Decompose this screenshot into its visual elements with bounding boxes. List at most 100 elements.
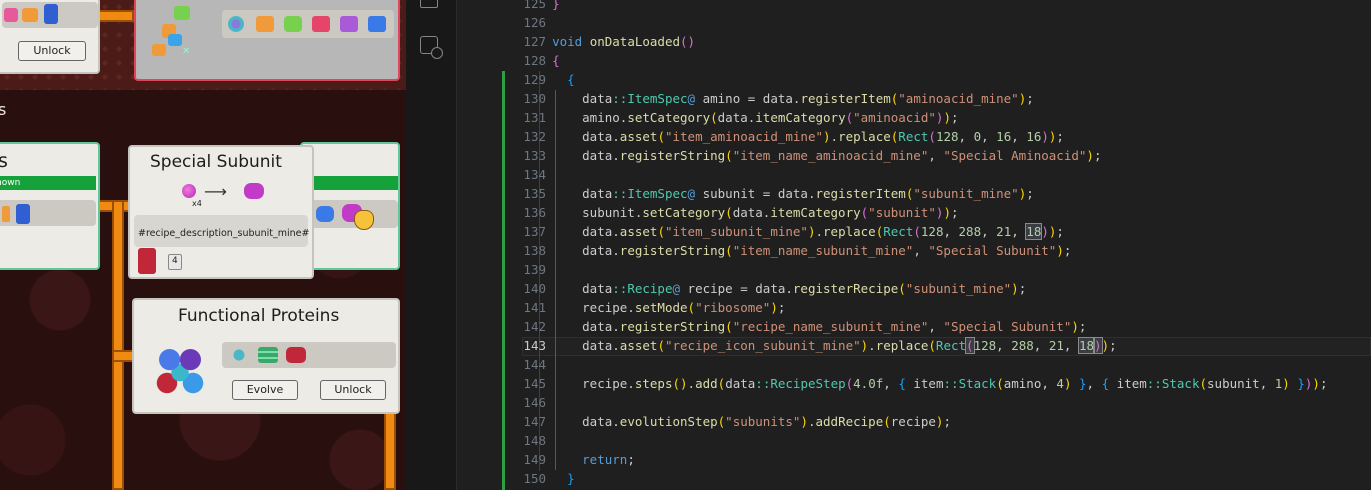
code-token: "ribosome" [695, 300, 771, 315]
left-ingredients-band [0, 200, 96, 226]
layout-icon[interactable] [420, 0, 438, 8]
code-line[interactable]: recipe.steps().add (data::RecipeStep (4.0f… [537, 374, 1327, 393]
code-token: 4.0f [853, 376, 884, 391]
protein-icon [4, 8, 18, 22]
pipe-vertical-right [384, 410, 396, 490]
code-token: 21 [1048, 338, 1064, 353]
code-token: , [928, 319, 944, 334]
code-token: ) [1041, 224, 1049, 239]
arrow-right-icon: ⟶ [204, 182, 227, 201]
code-token: , [981, 224, 997, 239]
code-token: registerString [619, 148, 726, 163]
line-number: 147 [523, 414, 546, 429]
code-token: :: [755, 376, 771, 391]
code-line[interactable]: data.registerString("item_name_aminoacid… [537, 146, 1101, 165]
code-token: . [687, 376, 696, 391]
code-token: subunit, [1207, 376, 1275, 391]
code-line[interactable]: amino.setCategory(data.itemCategory("ami… [537, 108, 958, 127]
code-line[interactable]: } [537, 469, 575, 488]
code-editor[interactable]: 125 126 127 128 129 130 131 132 133 134 135 136 137 1… [406, 0, 1371, 490]
code-token: ) [1101, 338, 1110, 353]
code-token: ) [1086, 148, 1094, 163]
code-line[interactable]: data.evolutionStep ("subunits").addRecipe… [537, 412, 951, 431]
line-number: 138 [523, 243, 546, 258]
code-token: void [552, 34, 583, 49]
sheet-icon [258, 347, 278, 363]
code-token: ( [1199, 376, 1208, 391]
code-token: RecipeStep [770, 376, 846, 391]
code-line[interactable]: data.asset("recipe_icon_subunit_mine").r… [537, 336, 1117, 355]
evolve-button[interactable]: Evolve [232, 380, 298, 400]
line-number: 125 [523, 0, 546, 11]
remote-explorer-icon[interactable] [420, 36, 443, 59]
code-line[interactable]: subunit.setCategory(data.itemCategory("s… [537, 203, 958, 222]
code-token: data. [537, 414, 620, 429]
code-token: 128 [935, 129, 959, 144]
line-number: 129 [523, 72, 546, 87]
code-token: ; [1026, 91, 1034, 106]
line-number: 127 [523, 34, 546, 49]
special-subunit-card[interactable]: Special Subunit x4 ⟶ #recipe_description… [128, 145, 314, 279]
code-line[interactable]: return; [537, 450, 635, 469]
code-line[interactable]: data::ItemSpec@ amino = data.registerIte… [537, 89, 1034, 108]
line-number: 146 [523, 395, 546, 410]
code-token: ItemSpec [627, 91, 688, 106]
code-token: asset [619, 129, 658, 144]
line-number: 137 [523, 224, 546, 239]
game-viewport[interactable]: Unlock ✕ s s nown n Special [0, 0, 406, 490]
code-line[interactable]: data.registerString("recipe_name_subunit… [537, 317, 1086, 336]
code-token: ( [845, 110, 854, 125]
special-subunit-title: Special Subunit [150, 152, 282, 172]
line-number: 126 [523, 15, 546, 30]
code-token: ( [657, 224, 665, 239]
code-token: data. [537, 243, 620, 258]
green-protein-icon [284, 16, 302, 32]
code-token: ) [1056, 243, 1064, 258]
code-line[interactable]: { [537, 70, 575, 89]
code-token: recipe = data. [680, 281, 793, 296]
line-number: 148 [523, 433, 546, 448]
code-token: 4 [1056, 376, 1064, 391]
code-line[interactable]: data.registerString("item_name_subunit_m… [537, 241, 1071, 260]
code-line[interactable]: recipe.setMode("ribosome"); [537, 298, 785, 317]
code-token: replace [838, 129, 891, 144]
recipe-description: #recipe_description_subunit_mine# [138, 228, 310, 239]
code-token: data. [537, 129, 620, 144]
unlock-button[interactable]: Unlock [320, 380, 386, 400]
code-token: "subunit_mine" [913, 186, 1019, 201]
functional-proteins-card[interactable]: Functional Proteins Evolve Unlock [132, 298, 400, 414]
code-token: ) [1041, 129, 1049, 144]
code-token: 288 [1011, 338, 1034, 353]
code-line[interactable]: void onDataLoaded() [537, 32, 695, 51]
selected-recipe-card[interactable]: ✕ [134, 0, 400, 81]
left-card-title: s [0, 150, 8, 172]
code-token: , [1033, 338, 1049, 353]
code-line[interactable]: data.asset("item_subunit_mine").replace(… [537, 222, 1064, 241]
code-token: :: [612, 91, 628, 106]
code-line[interactable]: data.asset("item_aminoacid_mine").replac… [537, 127, 1064, 146]
code-token: ( [725, 319, 733, 334]
code-token: ) [1071, 319, 1079, 334]
right-recipe-card[interactable]: n [300, 142, 400, 270]
code-token: ) [1282, 376, 1290, 391]
code-token: ; [1078, 319, 1087, 334]
aminoacid-icon [182, 184, 196, 198]
code-token: data [537, 186, 613, 201]
unlock-button[interactable]: Unlock [18, 41, 86, 61]
code-line[interactable]: data::Recipe@ recipe = data.registerReci… [537, 279, 1026, 298]
code-token: ; [943, 414, 951, 429]
code-line[interactable]: data::ItemSpec@ subunit = data.registerI… [537, 184, 1034, 203]
code-token: data. [732, 205, 771, 220]
stack-count: 4 [172, 256, 178, 266]
line-number-gutter: 125 126 127 128 129 130 131 132 133 134 135 136 137 1… [456, 0, 546, 490]
left-recipe-card[interactable]: s nown [0, 142, 100, 270]
code-line[interactable]: { [537, 51, 560, 70]
code-token: , [1086, 376, 1102, 391]
code-token: ; [1018, 281, 1027, 296]
code-token: ) [943, 110, 951, 125]
code-token: itemCategory [770, 205, 861, 220]
code-line[interactable]: } [537, 0, 560, 13]
